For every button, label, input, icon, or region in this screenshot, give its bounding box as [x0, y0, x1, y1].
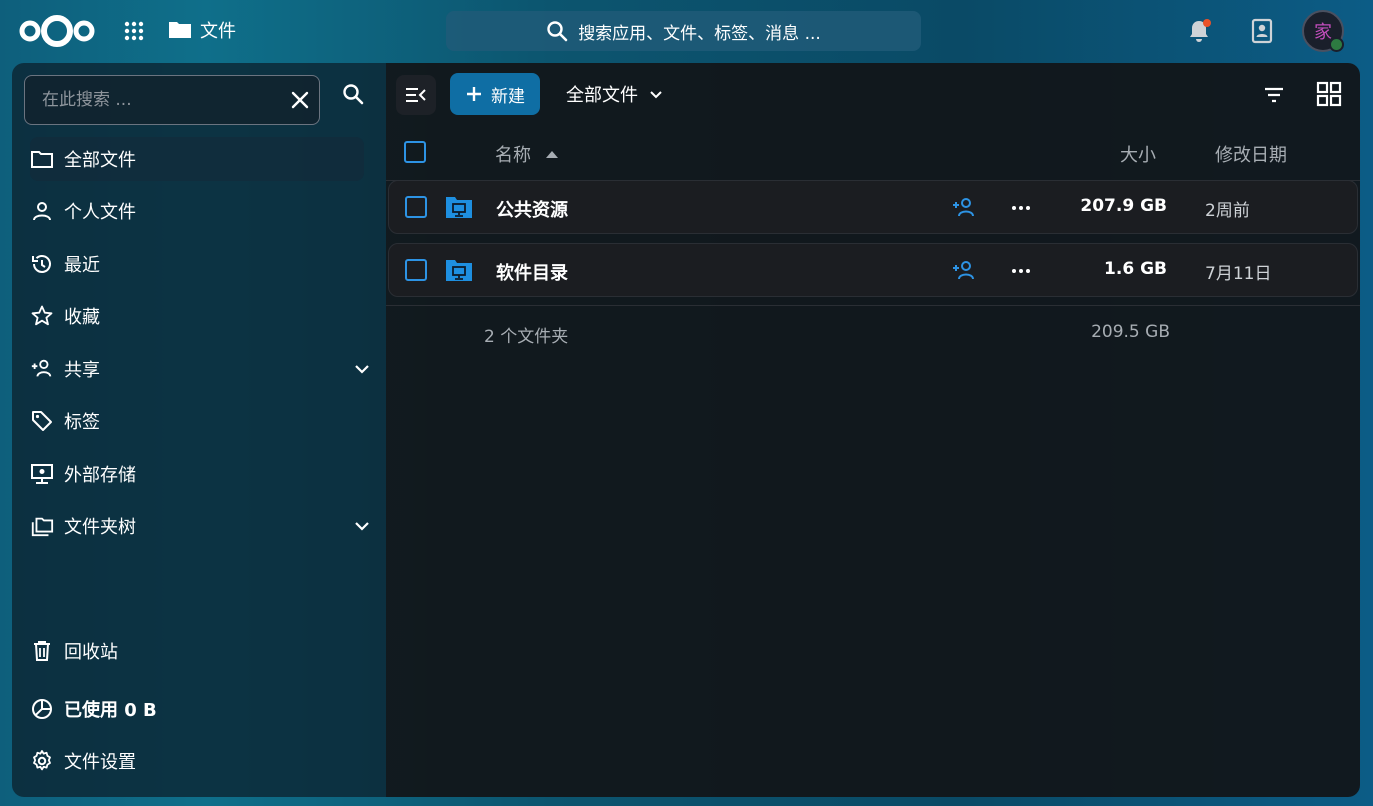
tag-icon [30, 409, 54, 433]
share-icon[interactable] [951, 259, 977, 283]
gear-icon [30, 749, 54, 773]
external-storage-icon [30, 462, 54, 486]
folder-count: 2 个文件夹 [484, 327, 569, 347]
notification-dot [1203, 19, 1211, 27]
chevron-down-icon[interactable] [352, 516, 372, 536]
nav-item-label: 共享 [64, 360, 100, 381]
pie-chart-icon [30, 697, 54, 721]
nav-item-trash[interactable]: 回收站 [30, 629, 378, 673]
nav-search-field[interactable] [24, 75, 320, 125]
name-column-header: 名称 [495, 145, 531, 166]
file-name[interactable]: 公共资源 [496, 196, 568, 222]
row-checkbox[interactable] [405, 259, 427, 281]
nav-item-label: 个人文件 [64, 202, 136, 223]
close-icon[interactable] [289, 89, 311, 111]
global-search-placeholder: 搜索应用、文件、标签、消息 ... [578, 23, 821, 44]
trash-icon [30, 639, 54, 663]
nav-item-personal-files[interactable]: 个人文件 [30, 189, 378, 233]
filter-icon[interactable] [1262, 83, 1286, 107]
nav-item-tags[interactable]: 标签 [30, 399, 378, 443]
folder-tree-icon [30, 514, 54, 538]
star-icon [30, 304, 54, 328]
file-row-software-directory[interactable]: 软件目录 1.6 GB 7月11日 [388, 243, 1358, 297]
online-status-badge [1329, 37, 1344, 52]
nav-item-label: 文件夹树 [64, 517, 136, 538]
contacts-button[interactable] [1248, 17, 1276, 45]
external-folder-icon [446, 197, 472, 218]
more-actions-icon[interactable] [1009, 196, 1033, 220]
nav-item-recent[interactable]: 最近 [30, 242, 378, 286]
storage-usage-label: 已使用 0 B [64, 700, 157, 721]
chevron-down-icon [650, 91, 662, 99]
file-modified: 2周前 [1205, 201, 1250, 221]
nav-item-shares[interactable]: 共享 [30, 347, 378, 391]
nav-item-label: 外部存储 [64, 465, 136, 486]
breadcrumb-label: 全部文件 [566, 85, 638, 106]
file-size: 207.9 GB [1080, 196, 1167, 216]
search-icon[interactable] [342, 83, 364, 105]
history-icon [30, 252, 54, 276]
app-name-label: 文件 [200, 21, 236, 42]
more-actions-icon[interactable] [1009, 259, 1033, 283]
nav-item-favorites[interactable]: 收藏 [30, 294, 378, 338]
global-search-bar[interactable]: 搜索应用、文件、标签、消息 ... [446, 11, 921, 51]
nav-item-external-storage[interactable]: 外部存储 [30, 452, 378, 496]
grid-view-icon[interactable] [1316, 81, 1342, 107]
external-folder-icon [446, 260, 472, 281]
modified-column-header[interactable]: 修改日期 [1215, 141, 1287, 167]
new-button[interactable]: 新建 [450, 73, 540, 115]
files-main-panel: 新建 全部文件 名称 大小 修改日期 公共资源 207.9 GB 2周前 软件目… [386, 63, 1360, 797]
plus-icon [467, 87, 481, 101]
contacts-icon [1251, 18, 1273, 44]
file-modified: 7月11日 [1205, 264, 1272, 284]
sort-ascending-icon [546, 151, 558, 158]
nav-item-settings[interactable]: 文件设置 [30, 739, 378, 783]
nav-item-label: 全部文件 [64, 150, 136, 171]
nav-item-label: 回收站 [64, 642, 118, 663]
breadcrumb[interactable]: 全部文件 [566, 81, 664, 107]
search-icon [547, 21, 568, 42]
nav-search-input[interactable] [42, 90, 282, 110]
new-button-label: 新建 [491, 86, 525, 107]
share-icon [30, 357, 54, 381]
file-size: 1.6 GB [1104, 259, 1167, 279]
select-all-checkbox[interactable] [404, 141, 426, 163]
folder-icon [169, 22, 191, 38]
app-files-link[interactable]: 文件 [168, 17, 236, 43]
nextcloud-logo[interactable] [18, 12, 96, 50]
file-name[interactable]: 软件目录 [496, 259, 568, 285]
sort-by-name[interactable]: 名称 [495, 141, 559, 167]
storage-usage[interactable]: 已使用 0 B [30, 687, 378, 731]
toggle-navigation-button[interactable] [396, 75, 436, 115]
nav-item-label: 最近 [64, 255, 100, 276]
chevron-down-icon[interactable] [352, 359, 372, 379]
nav-item-label: 标签 [64, 412, 100, 433]
menu-collapse-icon [406, 88, 426, 102]
total-size: 209.5 GB [1091, 322, 1170, 342]
user-avatar[interactable]: 家 [1302, 10, 1344, 52]
file-list-summary: 2 个文件夹 209.5 GB [386, 305, 1360, 361]
left-navigation: 全部文件 个人文件 最近 收藏 共享 标签 外部存储 [12, 63, 386, 797]
row-checkbox[interactable] [405, 196, 427, 218]
size-column-header[interactable]: 大小 [1120, 141, 1156, 167]
notifications-button[interactable] [1185, 17, 1213, 45]
top-header: 文件 搜索应用、文件、标签、消息 ... 家 [0, 0, 1373, 63]
nav-item-all-files[interactable]: 全部文件 [30, 137, 364, 181]
share-icon[interactable] [951, 196, 977, 220]
apps-grid-icon[interactable] [122, 19, 146, 43]
file-row-public-resources[interactable]: 公共资源 207.9 GB 2周前 [388, 180, 1358, 234]
nav-item-label: 收藏 [64, 307, 100, 328]
folder-icon [30, 147, 54, 171]
nav-item-folder-tree[interactable]: 文件夹树 [30, 504, 378, 548]
user-icon [30, 199, 54, 223]
nav-item-label: 文件设置 [64, 752, 136, 773]
